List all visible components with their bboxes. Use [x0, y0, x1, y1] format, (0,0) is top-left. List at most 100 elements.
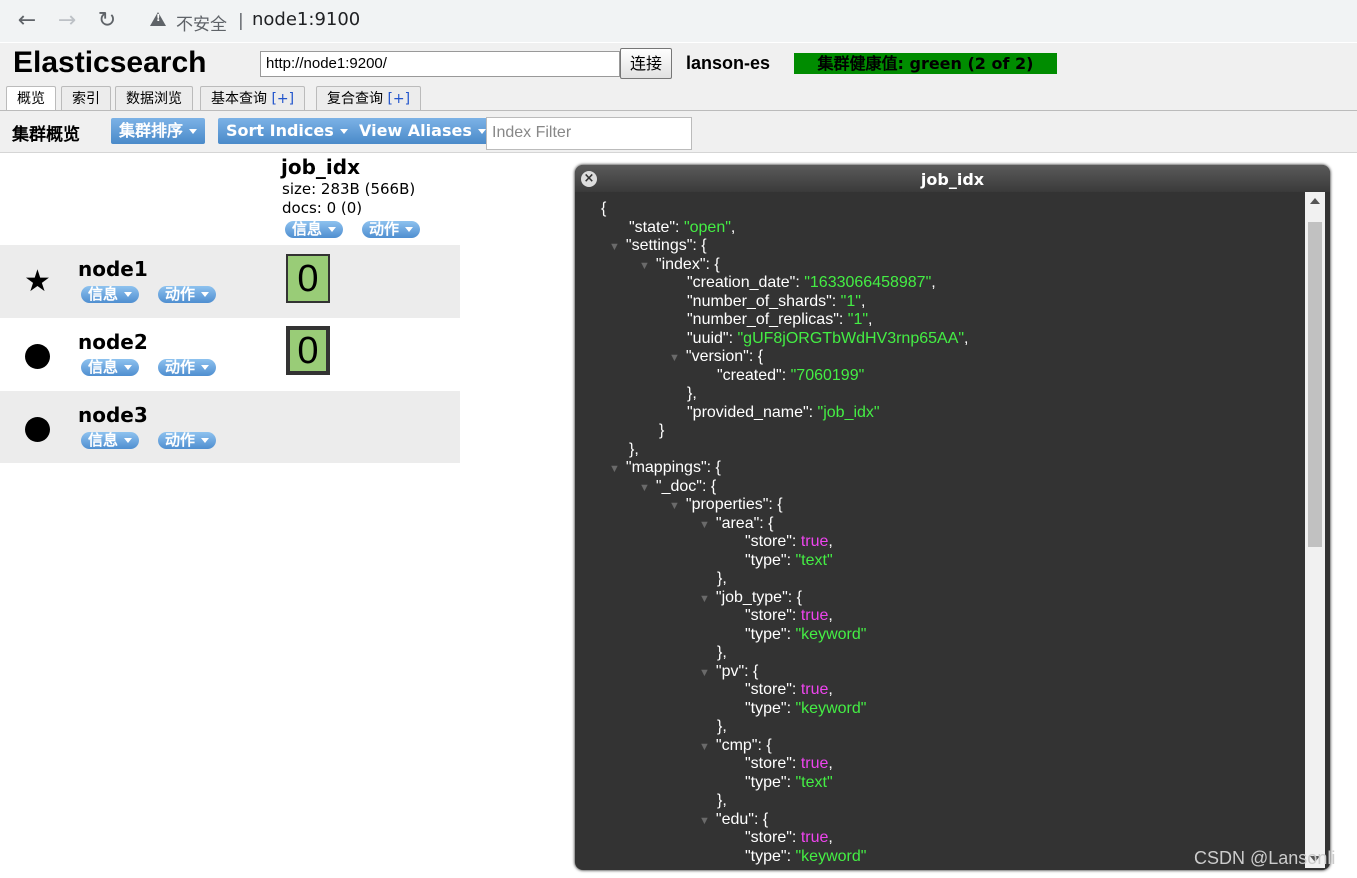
index-name: job_idx	[281, 155, 360, 179]
chevron-down-icon	[124, 292, 133, 297]
connect-button[interactable]: 连接	[620, 48, 672, 79]
json-value: "text"	[795, 551, 833, 569]
json-key: "pv":	[715, 662, 754, 680]
node-action-button[interactable]: 动作	[158, 286, 217, 303]
button-label: 动作	[369, 220, 400, 238]
json-value: "1"	[840, 292, 861, 310]
json-key: "type":	[745, 551, 796, 569]
json-line: "state": "open",	[629, 218, 736, 236]
node-info-button[interactable]: 信息	[81, 285, 140, 303]
collapse-toggle-icon[interactable]: ▼	[639, 482, 650, 494]
json-line: },	[717, 644, 727, 661]
collapse-toggle-icon[interactable]: ▼	[699, 741, 710, 753]
chevron-down-icon	[189, 129, 198, 134]
json-line: "type": "keyword"	[745, 626, 866, 644]
shard-replica[interactable]: 0	[286, 326, 330, 375]
index-info-dialog: job_idx × {"state": "open", ▼ "settings": …	[575, 165, 1330, 870]
json-key: "created":	[717, 366, 791, 384]
cluster-health-badge: 集群健康值: green (2 of 2)	[794, 53, 1057, 74]
json-value: true	[800, 681, 829, 698]
json-key: "number_of_shards":	[687, 292, 841, 310]
json-key: "store":	[745, 829, 801, 846]
button-label: 信息	[88, 358, 119, 376]
sort-indices-button[interactable]: Sort Indices	[218, 118, 356, 144]
button-label: View Aliases	[359, 121, 472, 140]
json-key: "state":	[629, 218, 684, 236]
json-line: "created": "7060199"	[717, 367, 864, 385]
json-line: "type": "keyword"	[745, 848, 866, 866]
chevron-down-icon	[328, 227, 337, 232]
json-value: true	[800, 533, 829, 550]
master-star-icon: ★	[24, 264, 51, 299]
index-filter-input[interactable]: Index Filter	[486, 117, 692, 150]
add-tab-link[interactable]: [+]	[387, 91, 410, 107]
json-line: "number_of_shards": "1",	[687, 292, 866, 310]
collapse-toggle-icon[interactable]: ▼	[669, 352, 680, 364]
chevron-down-icon	[201, 292, 210, 297]
json-viewer[interactable]: {"state": "open", ▼ "settings": {▼ "index":…	[579, 192, 1305, 868]
back-button[interactable]: ←	[14, 8, 40, 34]
node-name: node1	[78, 257, 148, 281]
reload-button[interactable]: ↻	[94, 8, 120, 34]
tab-overview[interactable]: 概览	[6, 86, 56, 112]
tab-label: 基本查询	[211, 91, 267, 107]
view-aliases-button[interactable]: View Aliases	[351, 118, 494, 144]
json-line: }	[659, 422, 665, 439]
security-label[interactable]: 不安全	[176, 10, 227, 35]
tab-label: 索引	[72, 91, 100, 107]
collapse-toggle-icon[interactable]: ▼	[699, 593, 710, 605]
cluster-url-input[interactable]: http://node1:9200/	[260, 51, 620, 77]
tab-basic-query[interactable]: 基本查询 [+]	[200, 86, 306, 111]
node-action-button[interactable]: 动作	[158, 359, 217, 376]
close-icon[interactable]: ×	[581, 171, 597, 187]
json-line: ▼ "mappings": {	[609, 459, 721, 476]
json-value: "keyword"	[795, 625, 867, 643]
json-key: "edu":	[715, 810, 763, 828]
tab-compound-query[interactable]: 复合查询 [+]	[316, 86, 422, 111]
node-action-button[interactable]: 动作	[158, 432, 217, 449]
cluster-sort-button[interactable]: 集群排序	[111, 118, 206, 144]
json-line: "store": true,	[745, 829, 833, 846]
collapse-toggle-icon[interactable]: ▼	[609, 463, 620, 475]
json-line: "store": true,	[745, 533, 833, 550]
scroll-thumb[interactable]	[1308, 222, 1322, 547]
collapse-toggle-icon[interactable]: ▼	[669, 500, 680, 512]
json-line: },	[687, 385, 697, 402]
scroll-up-icon[interactable]	[1310, 198, 1320, 204]
index-docs: docs: 0 (0)	[282, 199, 363, 217]
node-info-button[interactable]: 信息	[81, 358, 140, 376]
index-info-button[interactable]: 信息	[285, 221, 344, 238]
tab-browser[interactable]: 数据浏览	[115, 86, 193, 111]
index-action-button[interactable]: 动作	[362, 220, 421, 238]
cluster-name: lanson-es	[686, 53, 771, 73]
browser-toolbar: ← → ↻ 不安全 | node1:9100	[0, 0, 1357, 42]
json-line: ▼ "pv": {	[699, 662, 759, 680]
forward-button[interactable]: →	[54, 8, 80, 34]
json-value: "keyword"	[795, 699, 867, 717]
json-line: "number_of_replicas": "1",	[687, 311, 873, 328]
button-label: 信息	[88, 285, 119, 303]
chevron-down-icon	[405, 227, 414, 232]
node-name: node2	[78, 330, 148, 354]
json-key: "store":	[745, 755, 801, 772]
json-key: "type":	[745, 773, 796, 791]
node-info-button[interactable]: 信息	[81, 432, 140, 449]
collapse-toggle-icon[interactable]: ▼	[609, 241, 620, 253]
add-tab-link[interactable]: [+]	[271, 91, 294, 107]
json-key: "type":	[745, 847, 796, 865]
warning-icon	[150, 12, 166, 26]
collapse-toggle-icon[interactable]: ▼	[699, 519, 710, 531]
json-value: "1633066458987"	[804, 274, 932, 291]
tab-label: 概览	[17, 91, 45, 107]
dialog-scrollbar[interactable]	[1305, 192, 1325, 868]
address-url[interactable]: node1:9100	[252, 9, 360, 30]
collapse-toggle-icon[interactable]: ▼	[699, 667, 710, 679]
json-value: "1"	[847, 311, 869, 328]
json-line: },	[717, 718, 727, 735]
collapse-toggle-icon[interactable]: ▼	[639, 260, 650, 272]
json-value: "open"	[683, 218, 731, 236]
shard-primary[interactable]: 0	[286, 254, 330, 303]
tab-indices[interactable]: 索引	[61, 86, 111, 111]
toolbar-title: 集群概览	[12, 125, 80, 145]
collapse-toggle-icon[interactable]: ▼	[699, 815, 710, 827]
